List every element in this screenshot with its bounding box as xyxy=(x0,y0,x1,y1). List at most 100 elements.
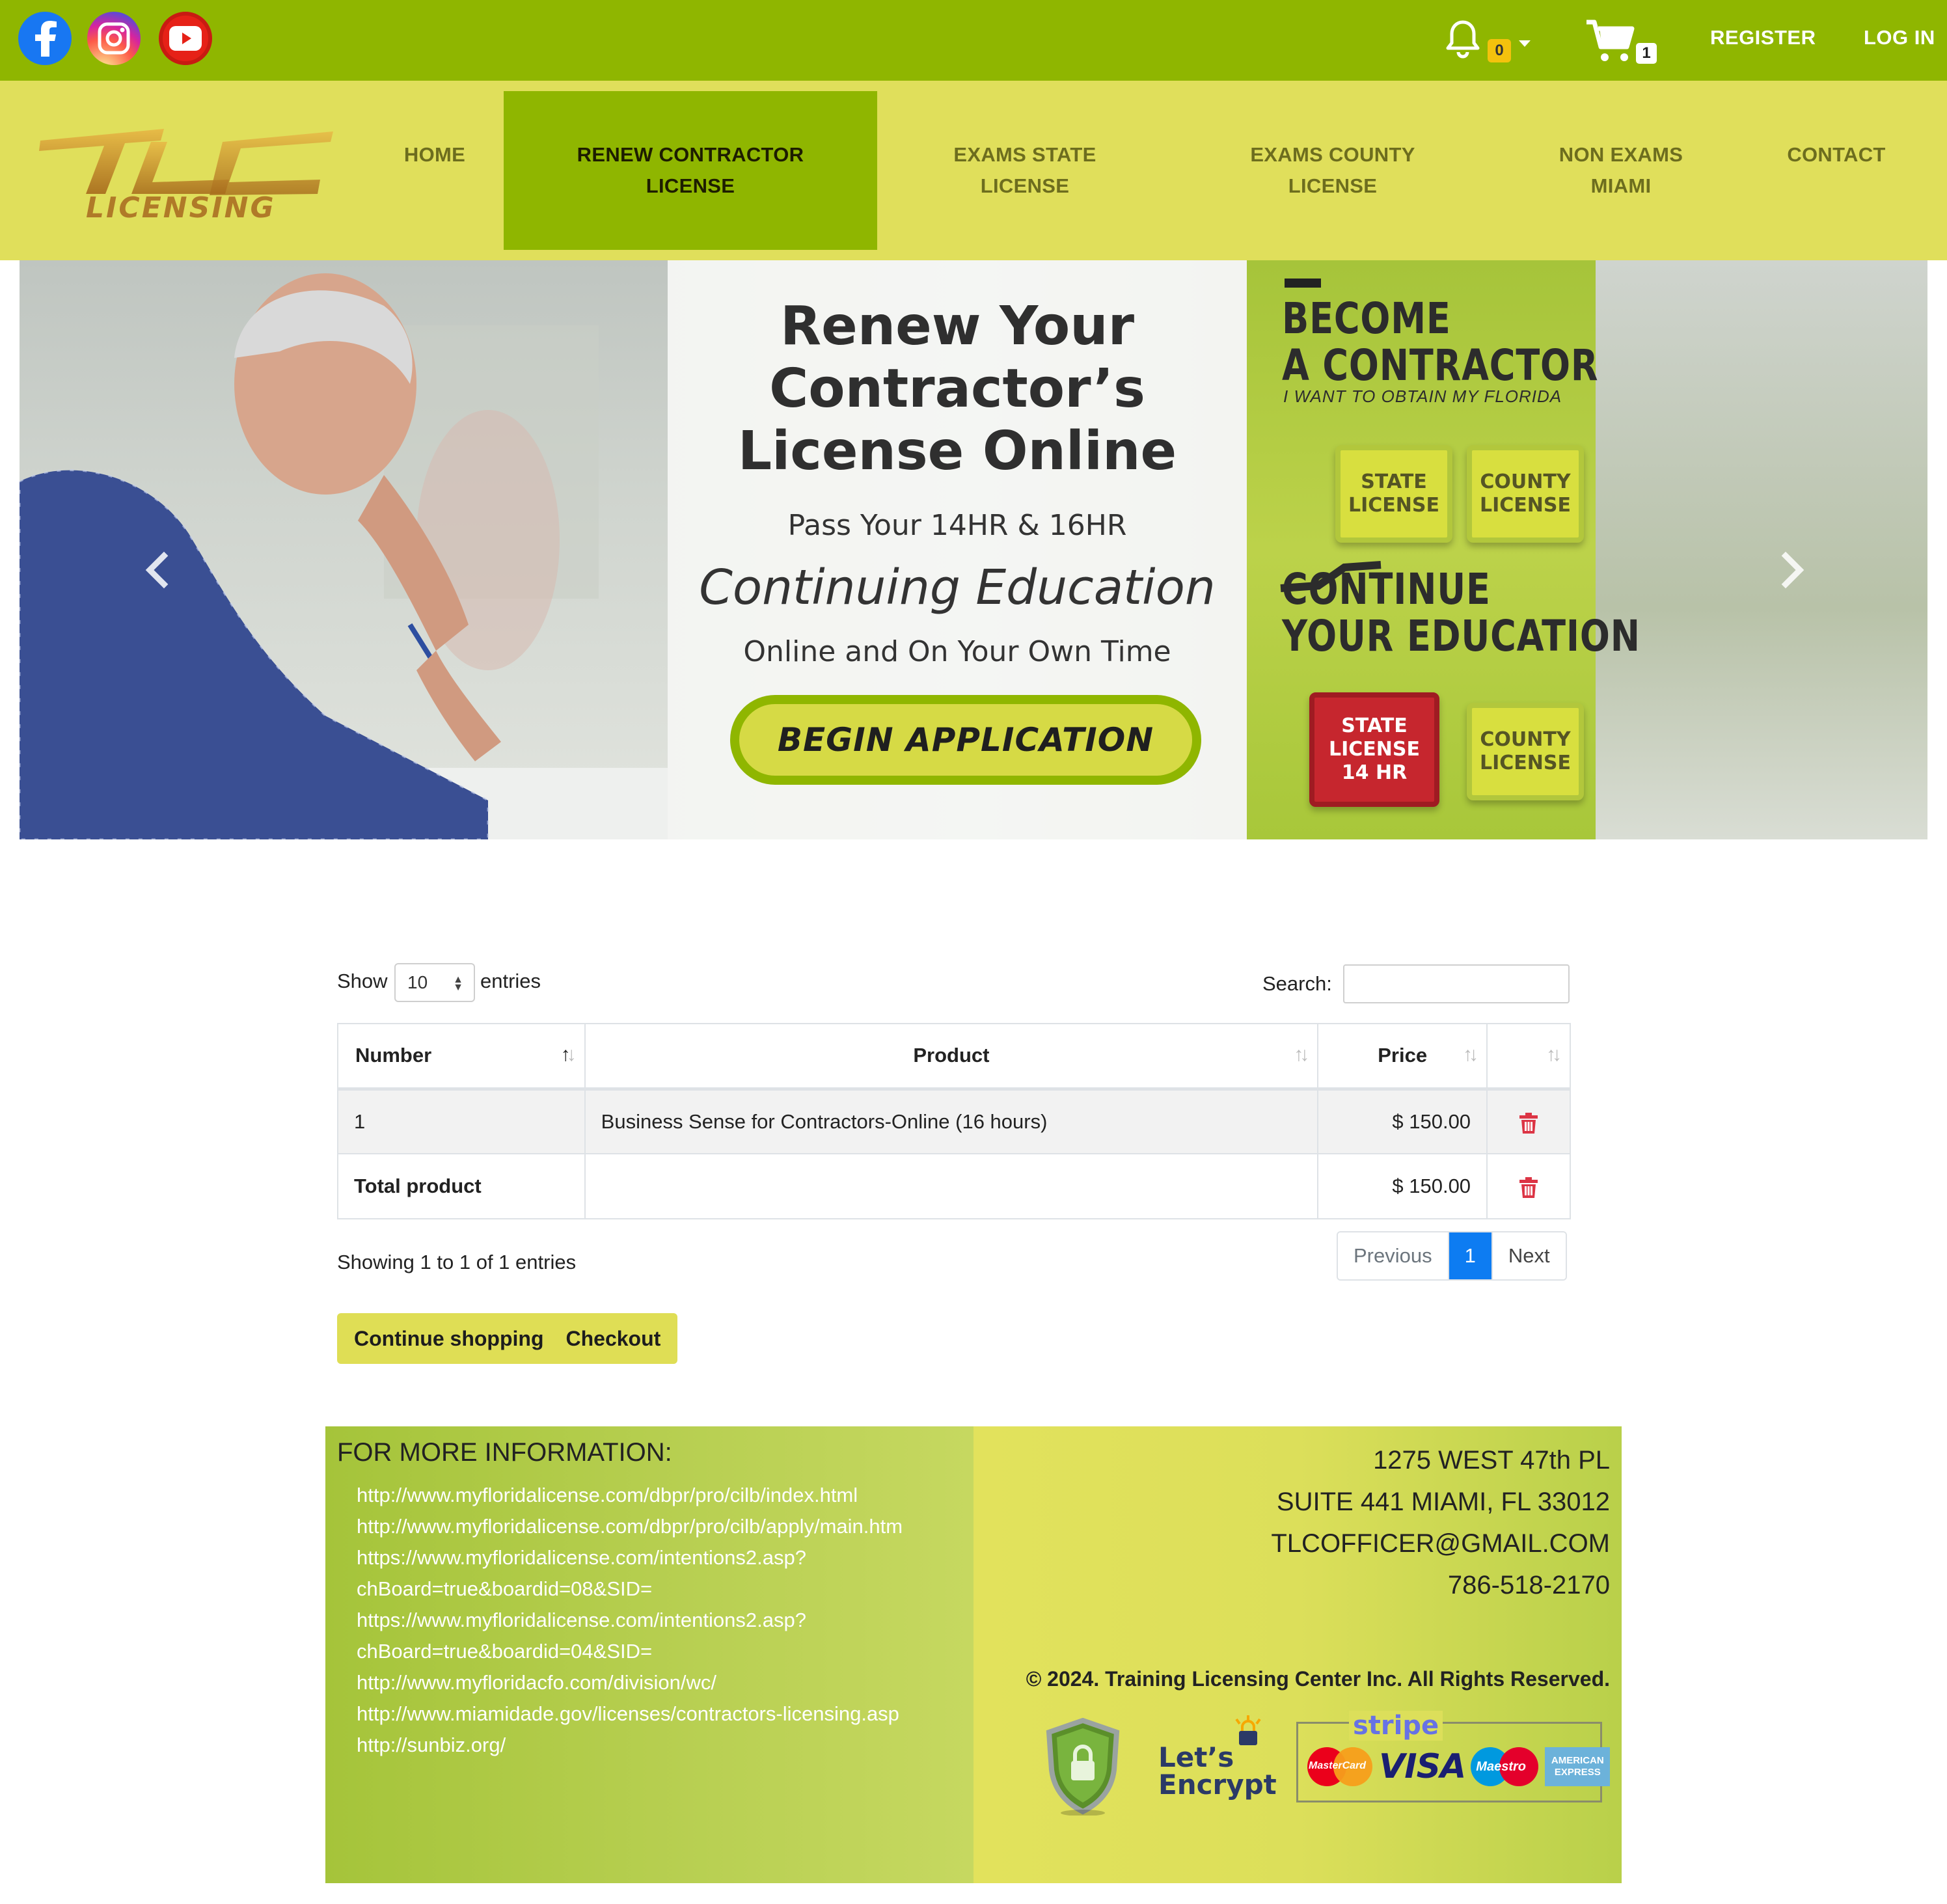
footer-link[interactable]: http://www.myfloridacfo.com/division/wc/ xyxy=(357,1667,903,1698)
footer-link[interactable]: https://www.myfloridalicense.com/intenti… xyxy=(357,1542,903,1573)
pagination-previous[interactable]: Previous xyxy=(1338,1232,1448,1279)
lets-encrypt-badge: Let’s Encrypt xyxy=(1158,1715,1277,1801)
padlock-icon xyxy=(1235,1715,1261,1745)
column-header-action[interactable]: ↑↓ xyxy=(1486,1023,1571,1091)
footer-link[interactable]: http://sunbiz.org/ xyxy=(357,1730,903,1761)
address-line-2: SUITE 441 MIAMI, FL 33012 xyxy=(1276,1488,1610,1516)
cart-icon[interactable] xyxy=(1585,18,1636,67)
hero-title-line-1: Renew Your xyxy=(780,295,1135,357)
footer-link[interactable]: chBoard=true&boardid=08&SID= xyxy=(357,1573,903,1605)
begin-application-button[interactable]: BEGIN APPLICATION xyxy=(730,695,1201,785)
nav-exams-state-label-2: LICENSE xyxy=(980,174,1070,197)
pagination-page-1[interactable]: 1 xyxy=(1447,1232,1493,1279)
top-bar: 0 1 REGISTER LOG IN xyxy=(0,0,1947,81)
nav-home[interactable]: HOME xyxy=(390,139,479,170)
become-county-license-button[interactable]: COUNTY LICENSE xyxy=(1467,445,1584,543)
footer-links: http://www.myfloridalicense.com/dbpr/pro… xyxy=(357,1480,903,1761)
payment-methods-badge: stripe MasterCard VISA Maestro AMERICAN E… xyxy=(1296,1711,1611,1802)
notification-bell-icon[interactable] xyxy=(1442,18,1484,63)
become-heading-line-2: A CONTRACTOR xyxy=(1282,340,1599,390)
column-header-product[interactable]: Product ↑↓ xyxy=(584,1023,1319,1091)
nav-exams-county-license[interactable]: EXAMS COUNTY LICENSE xyxy=(1223,139,1442,202)
page-length-select[interactable]: 10 ▲ ▼ xyxy=(394,963,475,1002)
hero-title-line-2: Contractor’s xyxy=(769,358,1145,420)
footer-phone[interactable]: 786-518-2170 xyxy=(1271,1564,1610,1606)
nav-non-exams-miami[interactable]: NON EXAMS MIAMI xyxy=(1527,139,1715,202)
footer-link[interactable]: http://www.miamidade.gov/licenses/contra… xyxy=(357,1698,903,1730)
page-length-value: 10 xyxy=(407,972,428,992)
search-label: Search: xyxy=(1262,972,1332,995)
table-row: 1 Business Sense for Contractors-Online … xyxy=(337,1088,1571,1154)
sort-icon: ↑↓ xyxy=(560,1044,577,1065)
lets-encrypt-line-2: Encrypt xyxy=(1158,1769,1277,1801)
chevron-down-icon[interactable] xyxy=(1519,40,1531,47)
hero-title-line-3: License Online xyxy=(737,420,1177,482)
search-input[interactable] xyxy=(1343,964,1570,1003)
column-header-price[interactable]: Price ↑↓ xyxy=(1317,1023,1488,1091)
box3-line-3: 14 HR xyxy=(1341,761,1408,784)
box4-line-1: COUNTY xyxy=(1480,728,1571,751)
hero-message-panel: Renew Your Contractor’s License Online P… xyxy=(668,260,1247,839)
become-heading-line-1: BECOME xyxy=(1282,293,1451,344)
column-header-number[interactable]: Number ↑↓ xyxy=(337,1023,586,1091)
tlc-logo[interactable]: LICENSING xyxy=(34,122,340,226)
ce-county-license-button[interactable]: COUNTY LICENSE xyxy=(1467,703,1584,800)
table-total-row: Total product $ 150.00 xyxy=(337,1153,1571,1219)
lets-encrypt-line-1: Let’s xyxy=(1158,1741,1234,1773)
address-line-1: 1275 WEST 47th PL xyxy=(1373,1446,1610,1475)
login-link[interactable]: LOG IN xyxy=(1864,26,1935,49)
hero-background-right xyxy=(1596,260,1927,839)
become-state-license-button[interactable]: STATE LICENSE xyxy=(1335,445,1452,543)
table-header-row: Number ↑↓ Product ↑↓ Price ↑↓ ↑↓ xyxy=(337,1023,1571,1091)
footer-link[interactable]: https://www.myfloridalicense.com/intenti… xyxy=(357,1605,903,1636)
amex-icon: AMERICAN EXPRESS xyxy=(1545,1747,1611,1786)
instagram-icon[interactable] xyxy=(87,12,141,65)
panel-dash-decoration xyxy=(1285,279,1321,288)
nav-non-exams-label-1: NON EXAMS xyxy=(1559,143,1683,166)
visa-icon: VISA xyxy=(1379,1747,1466,1786)
column-header-product-label: Product xyxy=(913,1044,990,1067)
cart-actions: Continue shopping Checkout xyxy=(337,1313,678,1364)
footer: FOR MORE INFORMATION: http://www.myflori… xyxy=(325,1426,1622,1883)
total-empty-cell xyxy=(584,1153,1319,1219)
sort-icon: ↑↓ xyxy=(1294,1044,1309,1065)
maestro-icon: Maestro xyxy=(1471,1747,1539,1786)
mastercard-label: MasterCard xyxy=(1309,1760,1367,1771)
footer-info: FOR MORE INFORMATION: http://www.myflori… xyxy=(325,1426,974,1883)
column-header-price-label: Price xyxy=(1378,1044,1428,1067)
nav-contact[interactable]: CONTACT xyxy=(1765,139,1908,170)
ce-state-license-14hr-button[interactable]: STATE LICENSE 14 HR xyxy=(1309,692,1439,807)
nav-renew-contractor-license[interactable]: RENEW CONTRACTOR LICENSE xyxy=(504,91,877,250)
delete-item-button[interactable] xyxy=(1486,1088,1571,1154)
continue-shopping-button[interactable]: Continue shopping xyxy=(354,1327,544,1351)
facebook-icon[interactable] xyxy=(18,12,72,65)
pagination-info: Showing 1 to 1 of 1 entries xyxy=(337,1251,577,1273)
copyright-text: © 2024. Training Licensing Center Inc. A… xyxy=(1026,1667,1610,1691)
continue-education-heading: CONTINUE YOUR EDUCATION xyxy=(1282,566,1641,660)
amex-line-2: EXPRESS xyxy=(1554,1767,1601,1778)
cell-product: Business Sense for Contractors-Online (1… xyxy=(584,1088,1319,1154)
logo-text: LICENSING xyxy=(86,191,276,224)
trash-icon xyxy=(1519,1176,1538,1198)
hero-subtitle-hours: Pass Your 14HR & 16HR xyxy=(787,509,1127,542)
checkout-button[interactable]: Checkout xyxy=(566,1327,661,1351)
footer-link[interactable]: http://www.myfloridalicense.com/dbpr/pro… xyxy=(357,1480,903,1511)
box3-line-2: LICENSE xyxy=(1329,738,1420,761)
nav-contact-label: CONTACT xyxy=(1787,143,1886,166)
register-link[interactable]: REGISTER xyxy=(1710,26,1816,49)
pagination: Previous 1 Next xyxy=(1337,1231,1567,1281)
nav-exams-state-license[interactable]: EXAMS STATE LICENSE xyxy=(918,139,1132,202)
maestro-label: Maestro xyxy=(1476,1760,1526,1774)
entries-label: entries xyxy=(480,970,541,992)
pagination-next[interactable]: Next xyxy=(1492,1232,1566,1279)
youtube-icon[interactable] xyxy=(159,12,212,65)
footer-email[interactable]: TLCOFFICER@GMAIL.COM xyxy=(1271,1523,1610,1564)
footer-link[interactable]: http://www.myfloridalicense.com/dbpr/pro… xyxy=(357,1511,903,1542)
hero-subtitle-continuing-education: Continuing Education xyxy=(699,560,1216,616)
total-price: $ 150.00 xyxy=(1317,1153,1488,1219)
nav-exams-county-label-2: LICENSE xyxy=(1288,174,1378,197)
delete-all-button[interactable] xyxy=(1486,1153,1571,1219)
hero-subtitle-online: Online and On Your Own Time xyxy=(743,635,1171,668)
obtain-license-text: I WANT TO OBTAIN MY FLORIDA xyxy=(1283,387,1562,406)
footer-link[interactable]: chBoard=true&boardid=04&SID= xyxy=(357,1636,903,1667)
